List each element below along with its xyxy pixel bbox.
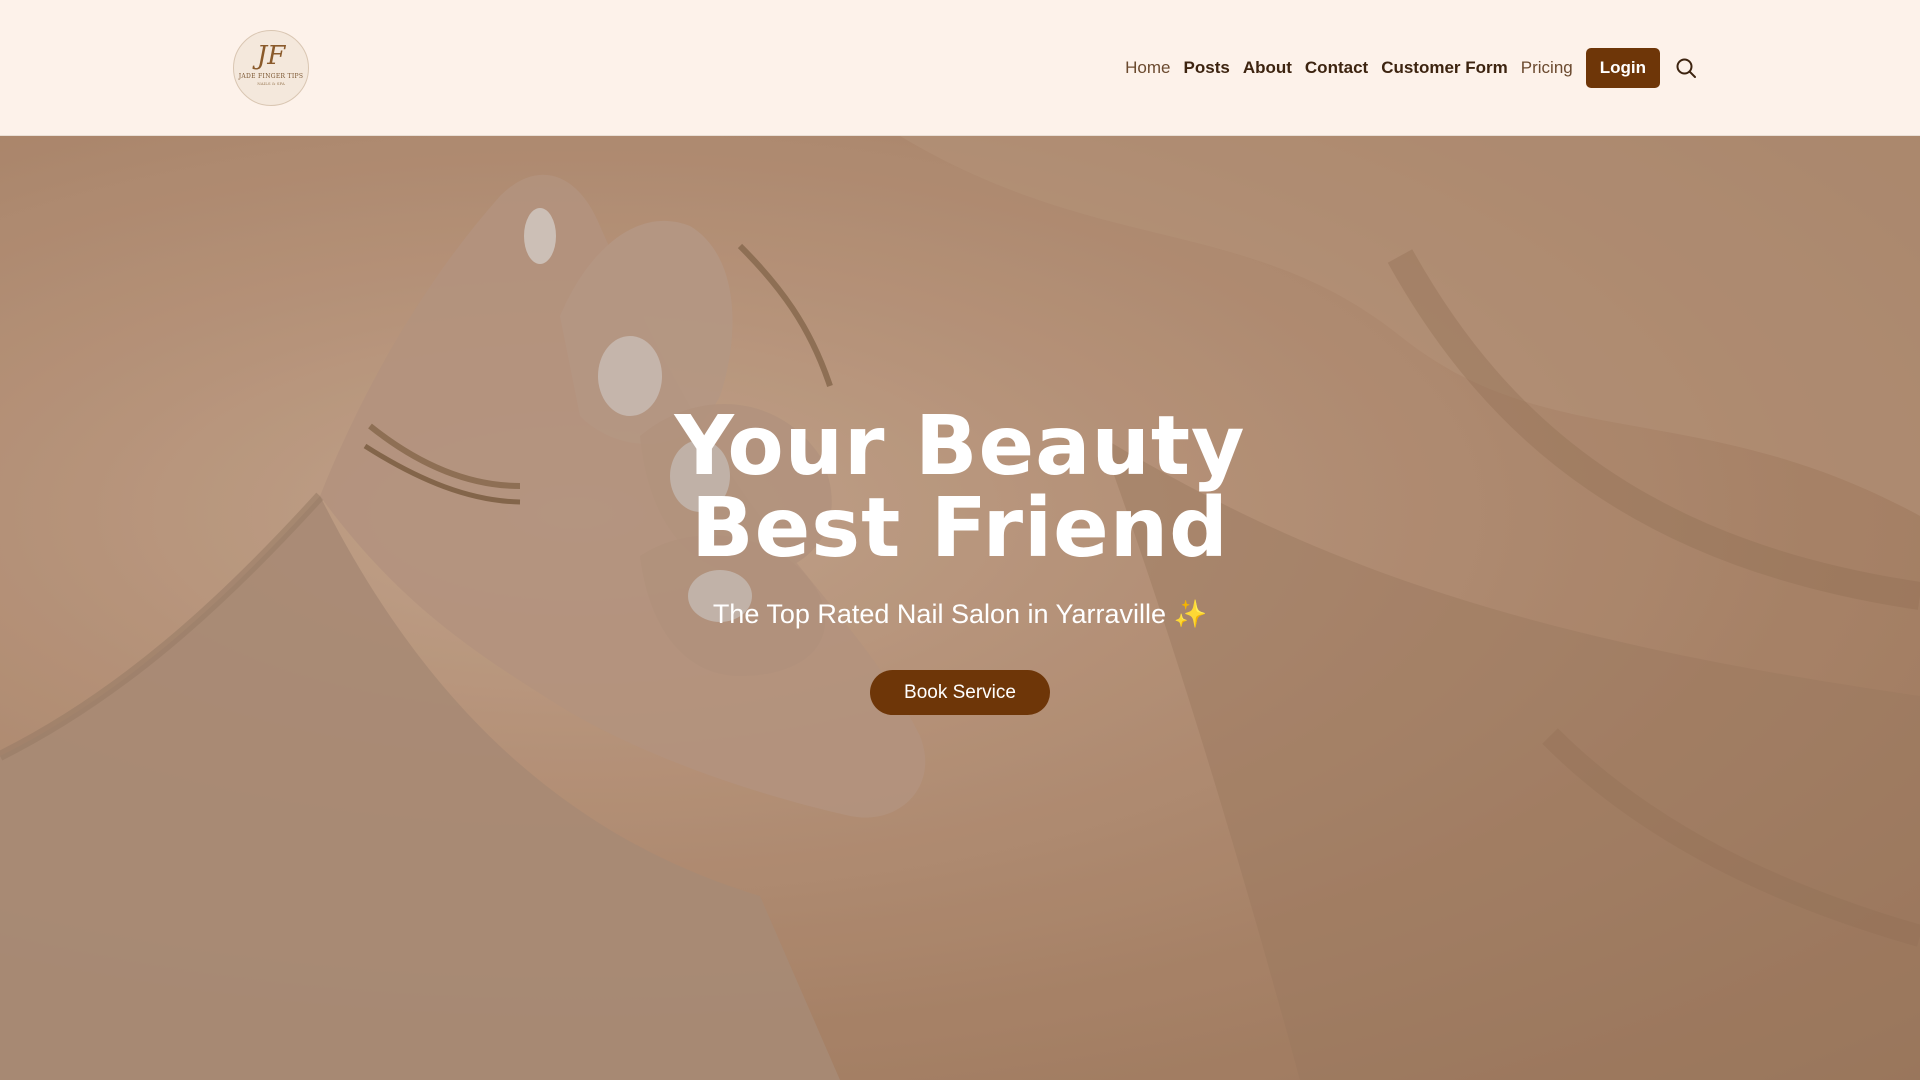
logo-tagline: NAILS & SPA (257, 81, 285, 86)
logo-monogram: JF (256, 41, 286, 71)
logo-name: JADE FINGER TIPS (238, 73, 304, 80)
nav-about[interactable]: About (1243, 58, 1292, 78)
book-service-button[interactable]: Book Service (870, 670, 1050, 715)
nav-home[interactable]: Home (1125, 58, 1170, 78)
search-icon[interactable] (1674, 56, 1698, 80)
nav-customer-form[interactable]: Customer Form (1381, 58, 1508, 78)
hero-title: Your Beauty Best Friend (674, 399, 1246, 576)
nav-contact[interactable]: Contact (1305, 58, 1368, 78)
hero-subtitle: The Top Rated Nail Salon in Yarraville ✨ (712, 599, 1208, 629)
brand-logo[interactable]: JF JADE FINGER TIPS NAILS & SPA (233, 30, 309, 106)
main-nav: Home Posts About Contact Customer Form P… (1112, 48, 1920, 88)
site-header: JF JADE FINGER TIPS NAILS & SPA Home Pos… (0, 0, 1920, 136)
nav-posts[interactable]: Posts (1184, 58, 1230, 78)
login-button[interactable]: Login (1585, 48, 1660, 88)
hero-section: Your Beauty Best Friend The Top Rated Na… (0, 136, 1920, 1080)
nav-pricing[interactable]: Pricing (1521, 58, 1573, 78)
